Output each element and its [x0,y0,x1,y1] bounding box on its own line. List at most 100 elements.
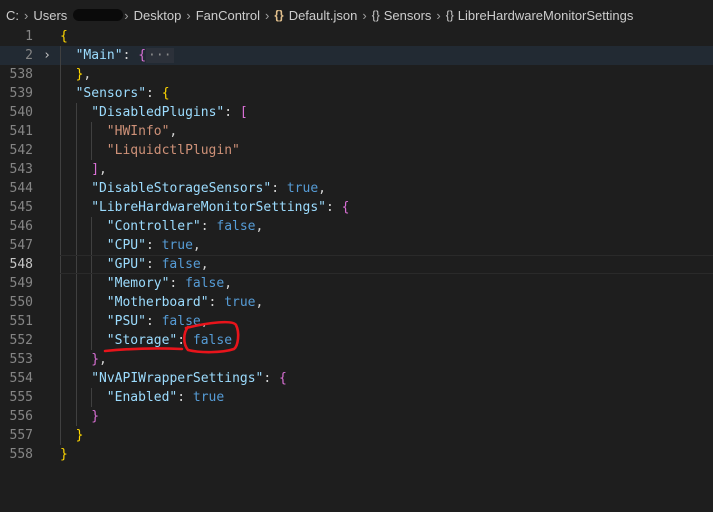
indent-guide [75,255,77,274]
indent-guide [60,46,61,65]
code-text: "Storage": false [106,333,233,348]
code-line[interactable]: 544 "DisableStorageSensors": true, [0,179,713,198]
indent-guide [75,312,77,331]
line-number: 554 [9,371,33,386]
chevron-right-icon: › [436,7,441,23]
line-number: 545 [9,200,33,215]
code-line[interactable]: 552 "Storage": false [0,331,713,350]
indent-guide [91,236,93,255]
indent-guide [60,369,61,388]
code-line[interactable]: 551 "PSU": false, [0,312,713,331]
line-number: 2 [25,48,33,63]
code-line[interactable]: 541 "HWInfo", [0,122,713,141]
code-text: "DisableStorageSensors": true, [91,181,326,196]
indent-guide [60,198,61,217]
redacted-username [73,9,124,21]
indent-guide [75,179,77,198]
chevron-right-icon: › [186,7,191,23]
code-line[interactable]: 538}, [0,65,713,84]
code-line[interactable]: 2 › "Main": {··· [0,46,713,65]
indent-guide [75,198,77,217]
breadcrumb-file[interactable]: Default.json [289,8,358,23]
code-text: "Sensors": { [75,86,170,101]
code-text: } [60,447,68,462]
line-number: 557 [9,428,33,443]
code-text: } [75,428,84,443]
line-number: 549 [9,276,33,291]
line-number: 538 [9,67,33,82]
code-line[interactable]: 557} [0,426,713,445]
code-text: "LiquidctlPlugin" [106,143,240,158]
line-number: 544 [9,181,33,196]
line-number: 539 [9,86,33,101]
code-line[interactable]: 558} [0,445,713,464]
indent-guide [60,293,61,312]
line-number: 555 [9,390,33,405]
code-text: "DisabledPlugins": [ [91,105,248,120]
code-line[interactable]: 549 "Memory": false, [0,274,713,293]
breadcrumb: C: › Users › Desktop › FanControl › {} D… [0,0,713,30]
indent-guide [60,141,61,160]
code-line[interactable]: 555 "Enabled": true [0,388,713,407]
breadcrumb-desktop[interactable]: Desktop [134,8,182,23]
code-line[interactable]: 545 "LibreHardwareMonitorSettings": { [0,198,713,217]
code-text: "Motherboard": true, [106,295,264,310]
indent-guide [91,255,93,274]
code-line[interactable]: 540 "DisabledPlugins": [ [0,103,713,122]
code-line[interactable]: 546 "Controller": false, [0,217,713,236]
line-number: 542 [9,143,33,158]
code-text: "NvAPIWrapperSettings": { [91,371,287,386]
code-text: "Memory": false, [106,276,233,291]
breadcrumb-drive[interactable]: C: [6,8,19,23]
indent-guide [60,312,61,331]
code-line[interactable]: 539 "Sensors": { [0,84,713,103]
indent-guide [91,331,93,350]
code-editor[interactable]: 1{2 › "Main": {··· 538}, 539 "Sensors": {540 "… [0,27,713,464]
indent-guide [60,388,61,407]
indent-guide [91,122,93,141]
code-line[interactable]: 553}, [0,350,713,369]
indent-guide [75,236,77,255]
code-text: "GPU": false, [106,257,209,272]
code-line[interactable]: 556} [0,407,713,426]
code-line[interactable]: 550 "Motherboard": true, [0,293,713,312]
breadcrumb-fancontrol[interactable]: FanControl [196,8,260,23]
indent-guide [60,426,61,445]
code-line[interactable]: 554 "NvAPIWrapperSettings": { [0,369,713,388]
indent-guide [60,407,61,426]
chevron-right-icon: › [24,7,29,23]
indent-guide [60,84,61,103]
indent-guide [91,274,93,293]
indent-guide [75,141,77,160]
breadcrumb-sensors[interactable]: Sensors [384,8,432,23]
indent-guide [60,65,61,84]
object-icon: {} [445,8,454,22]
indent-guide [75,293,77,312]
line-number: 546 [9,219,33,234]
code-text: "PSU": false, [106,314,209,329]
indent-guide [75,407,77,426]
line-number: 552 [9,333,33,348]
code-line[interactable]: 548 "GPU": false, [0,255,713,274]
code-line[interactable]: 543], [0,160,713,179]
code-line[interactable]: 542 "LiquidctlPlugin" [0,141,713,160]
indent-guide [75,274,77,293]
line-number: 543 [9,162,33,177]
line-number: 550 [9,295,33,310]
line-number: 548 [9,257,33,272]
breadcrumb-lhms[interactable]: LibreHardwareMonitorSettings [458,8,634,23]
code-line[interactable]: 1{ [0,27,713,46]
code-text: "LibreHardwareMonitorSettings": { [91,200,350,215]
code-line[interactable]: 547 "CPU": true, [0,236,713,255]
code-text: "CPU": true, [106,238,201,253]
line-number: 547 [9,238,33,253]
indent-guide [75,217,77,236]
indent-guide [91,293,93,312]
indent-guide [60,217,61,236]
chevron-right-icon: › [124,7,129,23]
object-icon: {} [371,8,380,22]
fold-chevron-icon[interactable]: › [40,46,54,65]
code-text: }, [75,67,92,82]
indent-guide [91,312,93,331]
breadcrumb-users[interactable]: Users [33,8,67,23]
